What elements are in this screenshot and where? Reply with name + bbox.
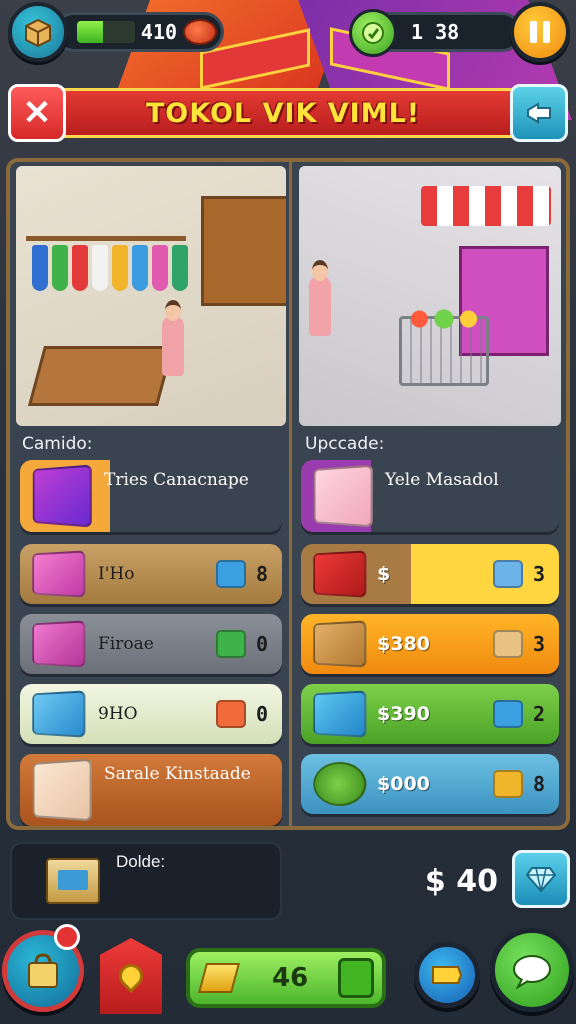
list-item[interactable]: I'Ho 8 — [20, 544, 282, 604]
upgrade-row[interactable]: $ 3 — [301, 544, 559, 604]
close-button[interactable]: ✕ — [8, 84, 66, 142]
notification-badge — [54, 924, 80, 950]
cart-produce — [403, 306, 485, 332]
upgrade-row[interactable]: $390 2 — [301, 684, 559, 744]
cart-icon — [215, 560, 246, 588]
upgrade-price: $380 — [377, 633, 430, 655]
gift-box-icon — [32, 464, 92, 528]
checkout-counter — [27, 346, 175, 406]
pink-box-icon — [32, 550, 86, 598]
box-stack-icon — [492, 630, 523, 658]
crate-icon[interactable] — [8, 2, 68, 62]
level-value: 46 — [272, 963, 309, 993]
shopping-bag-icon — [28, 953, 58, 988]
gem-value: 1 38 — [411, 20, 460, 44]
close-icon: ✕ — [22, 94, 52, 132]
section-label-upccade: Upccade: — [305, 434, 385, 454]
share-icon — [527, 102, 551, 124]
basket-icon — [492, 770, 523, 798]
upgrade-level: 2 — [532, 702, 545, 726]
title-banner: TOKOL VIK VIML! ✕ — [8, 84, 568, 142]
inventory-panel[interactable]: Dolde: — [10, 842, 282, 920]
shopper-figure — [162, 300, 184, 376]
clothes-rack — [26, 236, 188, 326]
map-nav-button[interactable] — [100, 938, 162, 1014]
pause-button[interactable] — [510, 2, 570, 62]
section-label-camido: Camido: — [22, 434, 93, 454]
money-balance: $ 40 — [424, 864, 498, 899]
upgrade-price: $390 — [377, 703, 430, 725]
sale-box-icon — [32, 758, 92, 822]
left-column: Camido: Tries Canacnape I'Ho 8 Firoae 0 … — [10, 162, 292, 826]
item-count: 0 — [255, 632, 268, 656]
item-name: 9HO — [98, 704, 138, 724]
list-item[interactable]: 9HO 0 — [20, 684, 282, 744]
level-progress-bar[interactable]: 46 — [186, 948, 386, 1008]
list-item[interactable]: Tries Canacnape — [20, 460, 282, 532]
inventory-label: Dolde: — [116, 852, 166, 871]
upgrade-price: $ — [377, 563, 391, 585]
produce-box-icon — [215, 630, 246, 658]
chat-nav-button[interactable] — [490, 928, 574, 1012]
upgrade-price: $000 — [377, 773, 430, 795]
list-item[interactable]: Yele Masadol — [301, 460, 559, 532]
item-count: 8 — [255, 562, 268, 586]
ticket-nav-button[interactable] — [414, 942, 480, 1008]
right-column: Upccade: Yele Masadol $ 3 $380 3 $390 2 … — [295, 162, 566, 826]
blue-box-icon — [32, 690, 86, 738]
upgrade-level: 3 — [532, 562, 545, 586]
ticket-icon — [432, 966, 463, 984]
upgrade-level: 3 — [532, 632, 545, 656]
energy-value: 410 — [140, 20, 178, 44]
gem-icon[interactable] — [349, 9, 397, 57]
energy-meter: 410 — [54, 12, 224, 52]
robot-icon — [492, 560, 523, 588]
item-name: Tries Canacnape — [104, 470, 249, 490]
item-name: Firoae — [98, 634, 154, 654]
display-shelf — [201, 196, 286, 306]
share-button[interactable] — [510, 84, 568, 142]
location-pin-icon — [114, 959, 148, 993]
list-item[interactable]: Firoae 0 — [20, 614, 282, 674]
item-name: I'Ho — [98, 564, 135, 584]
title-ribbon: TOKOL VIK VIML! — [48, 88, 518, 138]
cardboard-box-icon — [313, 620, 367, 668]
grocery-store-view — [299, 166, 561, 426]
shop-panel: Camido: Tries Canacnape I'Ho 8 Firoae 0 … — [6, 158, 570, 830]
energy-bar — [77, 21, 135, 43]
gem-counter: 1 38 — [349, 9, 522, 57]
blue-box-icon — [313, 690, 367, 738]
energy-bar-fill — [77, 21, 104, 43]
hud-resources-left: 410 — [8, 2, 224, 62]
red-box-icon — [313, 550, 367, 598]
bottom-nav: 46 — [0, 924, 576, 1024]
item-name: Yele Masadol — [385, 470, 499, 490]
diamond-icon — [526, 867, 556, 892]
hud-resources-right: 1 38 — [349, 2, 570, 62]
level-end-icon — [338, 958, 374, 998]
list-item[interactable]: Sarale Kinstaade — [20, 754, 282, 826]
gold-bar-icon — [197, 963, 241, 993]
chat-bubble-icon — [513, 955, 551, 989]
item-count: 0 — [255, 702, 268, 726]
ham-icon — [183, 19, 217, 45]
pause-icon — [530, 21, 550, 43]
upgrade-level: 8 — [532, 772, 545, 796]
clothing-store-view — [16, 166, 286, 426]
crate-icon — [215, 700, 246, 728]
upgrade-row[interactable]: $000 8 — [301, 754, 559, 814]
item-name: Sarale Kinstaade — [104, 764, 251, 784]
photo-crate-icon — [46, 858, 100, 904]
shopper-figure — [309, 260, 331, 336]
produce-icon — [313, 760, 367, 808]
magenta-box-icon — [32, 620, 86, 668]
pink-box-icon — [313, 464, 373, 528]
page-title: TOKOL VIK VIML! — [145, 97, 421, 129]
blue-crate-icon — [492, 700, 523, 728]
upgrade-row[interactable]: $380 3 — [301, 614, 559, 674]
store-awning — [421, 186, 551, 226]
diamond-button[interactable] — [512, 850, 570, 908]
